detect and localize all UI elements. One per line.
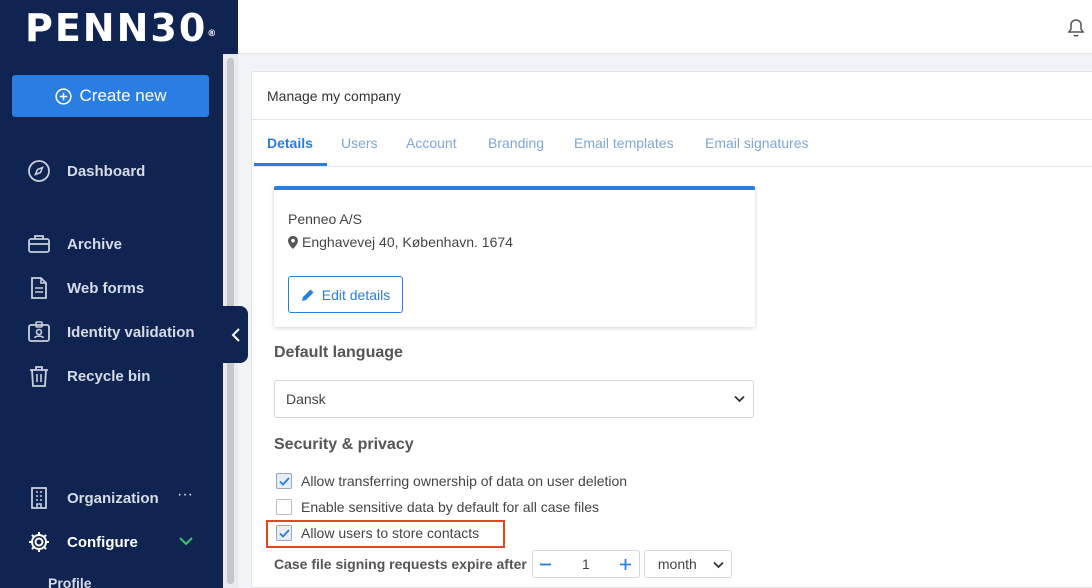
tab-email-signatures[interactable]: Email signatures	[705, 135, 809, 151]
compass-icon	[26, 158, 52, 184]
sidebar: PENN30® Create new Dashboard Archive Web…	[0, 0, 238, 588]
tab-users[interactable]: Users	[341, 135, 378, 151]
checkbox[interactable]	[276, 499, 292, 515]
create-new-label: Create new	[79, 86, 167, 105]
expiry-value[interactable]: 1	[559, 556, 613, 572]
edit-details-label: Edit details	[321, 286, 391, 303]
security-privacy-heading: Security & privacy	[274, 436, 414, 453]
checkmark-icon	[278, 528, 290, 538]
organization-more-button[interactable]: ···	[177, 486, 193, 504]
penneo-logo[interactable]: PENN30®	[25, 6, 216, 50]
company-info-card: Penneo A/S Enghavevej 40, København. 167…	[274, 186, 755, 327]
trash-icon	[26, 363, 52, 389]
option-label: Allow users to store contacts	[301, 525, 480, 541]
id-badge-icon	[26, 319, 52, 345]
company-name: Penneo A/S	[288, 211, 362, 227]
map-pin-icon	[288, 235, 298, 249]
sidebar-item-label: Dashboard	[67, 162, 146, 180]
tab-bar: Details Users Account Branding Email tem…	[252, 120, 1092, 167]
increment-button[interactable]	[613, 551, 639, 577]
bell-icon[interactable]	[1066, 18, 1086, 38]
chevron-down-icon[interactable]	[179, 536, 193, 546]
option-store-contacts[interactable]: Allow users to store contacts	[276, 525, 479, 541]
tab-account[interactable]: Account	[406, 135, 457, 151]
sidebar-item-web-forms[interactable]: Web forms	[26, 275, 144, 301]
language-selected-value: Dansk	[286, 391, 326, 407]
tab-branding[interactable]: Branding	[488, 135, 544, 151]
active-tab-indicator	[254, 163, 327, 166]
pencil-icon	[301, 289, 314, 301]
plus-icon	[620, 558, 632, 570]
briefcase-icon	[26, 231, 52, 257]
sidebar-item-label: Recycle bin	[67, 367, 151, 385]
expiry-unit-select[interactable]: month	[643, 550, 732, 578]
expiry-stepper[interactable]: 1	[531, 550, 640, 578]
sidebar-item-organization[interactable]: Organization	[26, 485, 159, 511]
language-select[interactable]: Dansk	[274, 380, 754, 418]
sidebar-item-label: Identity validation	[67, 323, 195, 341]
page-title: Manage my company	[267, 88, 401, 104]
checkbox[interactable]	[276, 525, 292, 541]
tab-details[interactable]: Details	[267, 135, 313, 151]
chevron-down-icon	[713, 561, 724, 569]
sidebar-item-label: Web forms	[67, 279, 145, 297]
collapse-sidebar-button[interactable]	[223, 306, 248, 363]
sidebar-item-archive[interactable]: Archive	[26, 231, 122, 257]
sidebar-item-recycle-bin[interactable]: Recycle bin	[26, 363, 150, 389]
building-icon	[26, 485, 52, 511]
checkmark-icon	[278, 476, 290, 486]
sidebar-item-label: Configure	[67, 533, 138, 551]
manage-company-card: Manage my company Details Users Account …	[251, 71, 1092, 588]
chevron-left-icon	[231, 327, 240, 342]
company-address-text: Enghavevej 40, København. 1674	[302, 234, 513, 250]
expiry-label: Case file signing requests expire after	[274, 556, 527, 572]
sidebar-item-label: Organization	[67, 489, 159, 507]
sidebar-item-identity-validation[interactable]: Identity validation	[26, 319, 195, 345]
company-address: Enghavevej 40, København. 1674	[288, 234, 513, 250]
option-label: Enable sensitive data by default for all…	[301, 499, 600, 515]
minus-icon	[540, 563, 552, 565]
option-transfer-ownership[interactable]: Allow transferring ownership of data on …	[276, 473, 627, 489]
option-label: Allow transferring ownership of data on …	[301, 473, 628, 489]
top-bar	[238, 0, 1092, 54]
default-language-heading: Default language	[274, 344, 403, 361]
checkbox[interactable]	[276, 473, 292, 489]
expiry-unit-value: month	[657, 556, 697, 572]
option-sensitive-data[interactable]: Enable sensitive data by default for all…	[276, 499, 599, 515]
decrement-button[interactable]	[533, 551, 559, 577]
sidebar-subitem-profile[interactable]: Profile	[48, 575, 92, 588]
sidebar-item-configure[interactable]: Configure	[26, 529, 138, 555]
edit-details-button[interactable]: Edit details	[288, 276, 403, 313]
expiry-setting: Case file signing requests expire after …	[274, 550, 732, 578]
gear-icon	[26, 529, 52, 555]
plus-circle-icon	[54, 87, 72, 105]
tab-email-templates[interactable]: Email templates	[574, 135, 674, 151]
sidebar-item-label: Archive	[67, 235, 123, 253]
document-icon	[26, 275, 52, 301]
sidebar-item-dashboard[interactable]: Dashboard	[26, 158, 145, 184]
chevron-down-icon	[734, 395, 745, 403]
create-new-button[interactable]: Create new	[12, 75, 209, 117]
